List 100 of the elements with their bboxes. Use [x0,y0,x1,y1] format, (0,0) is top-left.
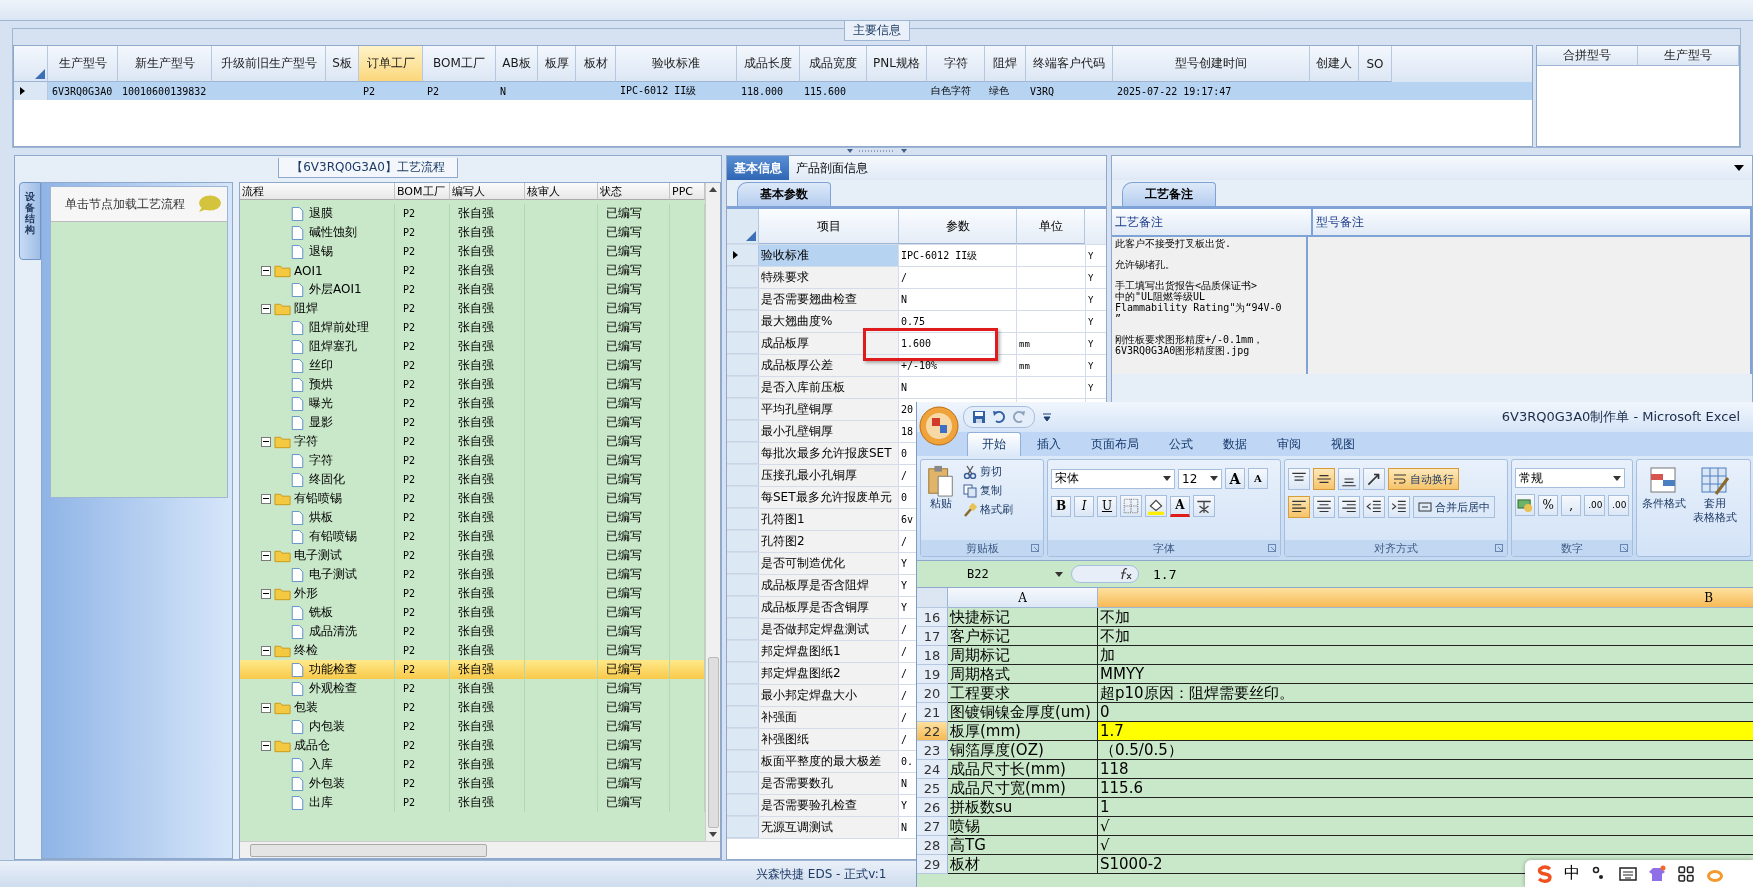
align-center-icon[interactable] [1313,496,1335,518]
row-header[interactable]: 26 [917,798,948,817]
column-header[interactable]: 编写人 [450,183,525,200]
dropdown-arrow-icon[interactable] [1055,571,1063,577]
ribbon-tab[interactable]: 插入 [1023,433,1075,456]
tree-row[interactable]: 字符 P2 张自强 已编写 [240,451,705,470]
font-size-field[interactable]: 12 [1178,468,1222,489]
collapse-icon[interactable] [261,645,271,656]
splitter-grip-icon[interactable] [846,149,907,154]
column-header[interactable]: B [1098,588,1753,608]
paste-button[interactable]: 粘贴 [924,463,958,537]
tree-row[interactable]: 显影 P2 张自强 已编写 [240,413,705,432]
undo-icon[interactable] [992,410,1006,424]
column-header[interactable]: 生产型号 [1638,46,1739,66]
formula-field[interactable]: 1.7 [1143,566,1177,582]
tree-row[interactable]: 碱性蚀刻 P2 张自强 已编写 [240,223,705,242]
grid-icon[interactable] [1676,863,1696,884]
save-icon[interactable] [972,410,986,424]
underline-button[interactable]: U [1097,495,1117,517]
side-tab[interactable]: 设备结构 [19,182,41,260]
tree-row[interactable]: 铣板 P2 张自强 已编写 [240,603,705,622]
tree-row[interactable]: 成品仓 P2 张自强 已编写 [240,736,705,755]
row-header[interactable]: 18 [917,646,948,665]
scroll-down-icon[interactable] [709,832,717,837]
format-as-table-button[interactable]: 套用 表格格式 [1691,463,1739,553]
insert-function-button[interactable] [1071,565,1139,583]
ribbon-tab[interactable]: 公式 [1155,433,1207,456]
increase-decimal-button[interactable]: .00 [1584,494,1606,516]
tree-row[interactable]: 电子测试 P2 张自强 已编写 [240,565,705,584]
row-header[interactable]: 20 [917,684,948,703]
font-name-field[interactable]: 宋体 [1051,468,1175,489]
tab[interactable]: 基本参数 [737,182,831,206]
tree-row[interactable]: 预烘 P2 张自强 已编写 [240,375,705,394]
ribbon-tab[interactable]: 数据 [1209,433,1261,456]
bold-button[interactable]: B [1051,495,1071,517]
dialog-launcher-icon[interactable] [1620,544,1628,552]
select-all-icon[interactable] [746,231,756,241]
copy-button[interactable]: 复制 [961,482,1015,499]
italic-button[interactable]: I [1074,495,1094,517]
tree-row[interactable]: 终固化 P2 张自强 已编写 [240,470,705,489]
tree-row[interactable]: 有铅喷锡 P2 张自强 已编写 [240,489,705,508]
tree-row[interactable]: 成品清洗 P2 张自强 已编写 [240,622,705,641]
phonetic-guide-icon[interactable] [1193,495,1215,517]
row-header[interactable]: 23 [917,741,948,760]
row-header[interactable]: 25 [917,779,948,798]
vertical-scrollbar[interactable] [705,183,720,841]
row-header[interactable]: 21 [917,703,948,722]
currency-icon[interactable] [1515,494,1536,516]
row-header[interactable]: 16 [917,608,948,627]
collapse-icon[interactable] [261,702,271,713]
table-row[interactable]: 6V3RQ0G3A0 10010600139832 P2 P2 N IPC-6012 II级 118.000 115.600 白色字符 绿色 V3RQ 2025-07-22 19:17:47 [14,82,1532,100]
collapse-icon[interactable] [261,303,271,314]
customize-toolbar-icon[interactable] [1043,413,1051,421]
scroll-thumb[interactable] [707,657,719,828]
align-middle-icon[interactable] [1313,468,1335,490]
ribbon-tab[interactable]: 审阅 [1263,433,1315,456]
tree-row[interactable]: 丝印 P2 张自强 已编写 [240,356,705,375]
cut-button[interactable]: 剪切 [961,463,1015,480]
tree-row[interactable]: 功能检查 P2 张自强 已编写 [240,660,705,679]
align-bottom-icon[interactable] [1338,468,1360,490]
tree-row[interactable]: 外层AOI1 P2 张自强 已编写 [240,280,705,299]
row-header[interactable]: 29 [917,855,948,874]
wrap-text-button[interactable]: 自动换行 [1388,468,1459,490]
ribbon-tab[interactable]: 视图 [1317,433,1369,456]
column-header[interactable]: 核审人 [525,183,598,200]
font-color-button[interactable]: A [1170,495,1190,517]
select-all-icon[interactable] [35,69,45,79]
dialog-launcher-icon[interactable] [1268,544,1276,552]
collapse-icon[interactable] [261,588,271,599]
tree-row[interactable]: 阻焊 P2 张自强 已编写 [240,299,705,318]
percent-button[interactable]: % [1538,494,1559,516]
shirt-icon[interactable] [1647,863,1667,884]
row-header[interactable]: 17 [917,627,948,646]
dropdown-arrow-icon[interactable] [1163,476,1171,481]
fill-color-icon[interactable] [1145,495,1167,517]
tree-row[interactable]: 包装 P2 张自强 已编写 [240,698,705,717]
redo-icon[interactable] [1012,410,1026,424]
column-header[interactable]: 状态 [598,183,670,200]
row-header[interactable]: 27 [917,817,948,836]
collapse-icon[interactable] [261,493,271,504]
comma-button[interactable]: , [1561,494,1582,516]
tree-row[interactable]: 烘板 P2 张自强 已编写 [240,508,705,527]
tree-row[interactable]: 有铅喷锡 P2 张自强 已编写 [240,527,705,546]
column-header[interactable]: 流程 [240,183,395,200]
number-format-field[interactable]: 常规 [1515,468,1625,488]
horizontal-scrollbar[interactable] [240,841,720,858]
dialog-launcher-icon[interactable] [1031,544,1039,552]
tree-row[interactable]: 曝光 P2 张自强 已编写 [240,394,705,413]
tree-row[interactable]: 外形 P2 张自强 已编写 [240,584,705,603]
collapse-icon[interactable] [261,550,271,561]
tree-row[interactable]: 出库 P2 张自强 已编写 [240,793,705,812]
tree-row[interactable]: 外包装 P2 张自强 已编写 [240,774,705,793]
shrink-font-button[interactable]: A [1248,468,1268,489]
column-header[interactable]: 参数 [899,209,1017,244]
tab[interactable]: 产品剖面信息 [789,156,875,180]
dropdown-arrow-icon[interactable] [1734,165,1744,171]
collapse-icon[interactable] [261,436,271,447]
ribbon-tab[interactable]: 页面布局 [1077,433,1153,456]
tree-row[interactable]: 电子测试 P2 张自强 已编写 [240,546,705,565]
align-left-icon[interactable] [1288,496,1310,518]
